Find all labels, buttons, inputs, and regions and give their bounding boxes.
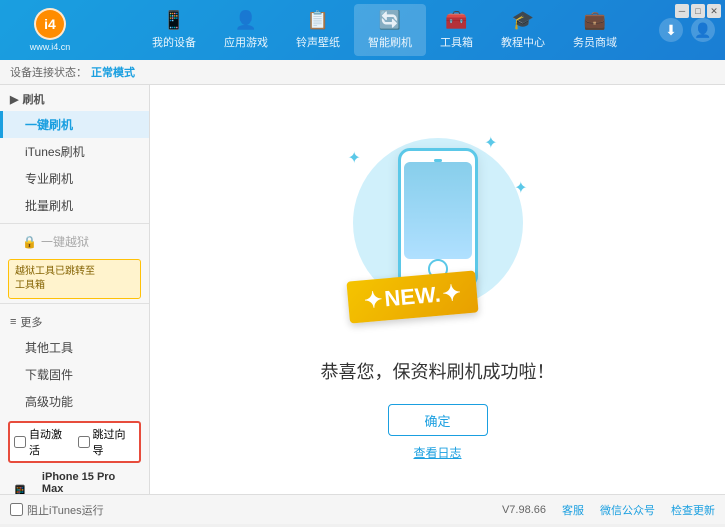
auto-activate-label: 自动激活 bbox=[29, 426, 72, 458]
minimize-button[interactable]: ─ bbox=[675, 4, 689, 18]
nav-apps-games[interactable]: 👤 应用游戏 bbox=[210, 4, 282, 56]
bottom-bar: 阻止iTunes运行 V7.98.66 客服 微信公众号 检查更新 bbox=[0, 494, 725, 524]
device-phone-icon: 📱 bbox=[10, 484, 30, 494]
version-label: V7.98.66 bbox=[502, 504, 546, 516]
sidebar-pro-flash[interactable]: 专业刷机 bbox=[0, 165, 149, 192]
success-text: 恭喜您，保资料刷机成功啦！ bbox=[321, 358, 555, 384]
check-update-link[interactable]: 检查更新 bbox=[671, 502, 715, 518]
sparkle-3: ✦ bbox=[484, 133, 497, 153]
content-area: ✦ ✦ ✦ ✦ NEW. ✦ 恭喜您，保资料刷机成功啦！ 确定 查看日志 bbox=[150, 85, 725, 494]
nav-my-device[interactable]: 📱 我的设备 bbox=[138, 4, 210, 56]
wechat-link[interactable]: 微信公众号 bbox=[600, 502, 655, 518]
maximize-button[interactable]: □ bbox=[691, 4, 705, 18]
nav-toolbox[interactable]: 🧰 工具箱 bbox=[426, 4, 487, 56]
sidebar-batch-flash[interactable]: 批量刷机 bbox=[0, 192, 149, 219]
device-info-block: iPhone 15 Pro Max 512GB iPhone bbox=[42, 471, 139, 494]
new-badge-text: NEW. bbox=[383, 282, 441, 313]
new-badge-star-left: ✦ bbox=[363, 287, 384, 315]
status-label: 设备连接状态： bbox=[10, 64, 87, 80]
itunes-flash-label: iTunes刷机 bbox=[25, 145, 85, 159]
sidebar: ▶ 刷机 一键刷机 iTunes刷机 专业刷机 批量刷机 🔒 一键越狱 bbox=[0, 85, 150, 494]
download-button[interactable]: ⬇ bbox=[659, 18, 683, 42]
download-firmware-label: 下载固件 bbox=[25, 368, 73, 382]
more-header-icon: ≡ bbox=[10, 316, 16, 328]
divider-2 bbox=[0, 303, 149, 304]
device-name: iPhone 15 Pro Max bbox=[42, 471, 139, 494]
sidebar-download-firmware[interactable]: 下载固件 bbox=[0, 361, 149, 388]
skip-guide-label: 跳过向导 bbox=[93, 426, 136, 458]
nav-service-label: 务员商域 bbox=[573, 34, 617, 50]
sparkle-1: ✦ bbox=[348, 148, 361, 168]
success-illustration: ✦ ✦ ✦ ✦ NEW. ✦ bbox=[338, 118, 538, 338]
pro-flash-label: 专业刷机 bbox=[25, 172, 73, 186]
view-log-link[interactable]: 查看日志 bbox=[413, 444, 461, 461]
status-bar: 设备连接状态： 正常模式 bbox=[0, 60, 725, 85]
new-badge-star-right: ✦ bbox=[441, 280, 462, 308]
one-click-flash-label: 一键刷机 bbox=[25, 118, 73, 132]
batch-flash-label: 批量刷机 bbox=[25, 199, 73, 213]
nav-service[interactable]: 💼 务员商域 bbox=[559, 4, 631, 56]
sidebar-jailbreak-disabled: 🔒 一键越狱 bbox=[0, 228, 149, 255]
apps-games-icon: 👤 bbox=[235, 10, 257, 31]
phone-screen bbox=[404, 162, 472, 259]
nav-bar: 📱 我的设备 👤 应用游戏 📋 铃声壁纸 🔄 智能刷机 🧰 工具箱 🎓 bbox=[110, 4, 659, 56]
nav-ringtones-label: 铃声壁纸 bbox=[296, 34, 340, 50]
flash-header-icon: ▶ bbox=[10, 93, 18, 106]
nav-smart-flash[interactable]: 🔄 智能刷机 bbox=[354, 4, 426, 56]
new-badge: ✦ NEW. ✦ bbox=[346, 270, 478, 323]
sidebar-info-box: 越狱工具已跳转至 工具箱 bbox=[8, 259, 141, 299]
device-bottom-section: 自动激活 跳过向导 📱 iPhone 15 Pro Max 512GB iPho… bbox=[0, 415, 149, 494]
app-header: i4 www.i4.cn 📱 我的设备 👤 应用游戏 📋 铃声壁纸 🔄 智能刷机… bbox=[0, 0, 725, 60]
logo-website: www.i4.cn bbox=[30, 42, 71, 52]
info-box-text: 越狱工具已跳转至 工具箱 bbox=[15, 266, 95, 291]
checkbox-row: 自动激活 跳过向导 bbox=[8, 421, 141, 463]
service-icon: 💼 bbox=[584, 10, 606, 31]
sidebar-other-tools[interactable]: 其他工具 bbox=[0, 334, 149, 361]
nav-smart-flash-label: 智能刷机 bbox=[368, 34, 412, 50]
bottom-right: V7.98.66 客服 微信公众号 检查更新 bbox=[502, 502, 715, 518]
phone-shape bbox=[398, 148, 478, 288]
advanced-label: 高级功能 bbox=[25, 395, 73, 409]
lock-icon: 🔒 bbox=[22, 235, 37, 249]
nav-apps-games-label: 应用游戏 bbox=[224, 34, 268, 50]
block-itunes-label: 阻止iTunes运行 bbox=[27, 502, 104, 518]
sidebar-more-header[interactable]: ≡ 更多 bbox=[0, 308, 149, 334]
device-item[interactable]: 📱 iPhone 15 Pro Max 512GB iPhone bbox=[8, 467, 141, 494]
skip-guide-checkbox[interactable]: 跳过向导 bbox=[78, 426, 136, 458]
header-right: ⬇ 👤 bbox=[659, 18, 715, 42]
nav-ringtones[interactable]: 📋 铃声壁纸 bbox=[282, 4, 354, 56]
tutorials-icon: 🎓 bbox=[512, 10, 534, 31]
other-tools-label: 其他工具 bbox=[25, 341, 73, 355]
sidebar-itunes-flash[interactable]: iTunes刷机 bbox=[0, 138, 149, 165]
nav-toolbox-label: 工具箱 bbox=[440, 34, 473, 50]
jailbreak-label: 一键越狱 bbox=[41, 233, 89, 250]
sparkle-2: ✦ bbox=[514, 178, 527, 198]
auto-activate-input[interactable] bbox=[14, 436, 26, 448]
sidebar-flash-label: 刷机 bbox=[22, 91, 44, 107]
skip-guide-input[interactable] bbox=[78, 436, 90, 448]
smart-flash-icon: 🔄 bbox=[379, 10, 401, 31]
block-itunes-checkbox[interactable] bbox=[10, 503, 23, 516]
status-value: 正常模式 bbox=[91, 64, 135, 80]
ringtones-icon: 📋 bbox=[307, 10, 329, 31]
close-button[interactable]: ✕ bbox=[707, 4, 721, 18]
user-button[interactable]: 👤 bbox=[691, 18, 715, 42]
toolbox-icon: 🧰 bbox=[445, 10, 467, 31]
logo: i4 www.i4.cn bbox=[10, 8, 90, 52]
nav-tutorials[interactable]: 🎓 教程中心 bbox=[487, 4, 559, 56]
main-layout: ▶ 刷机 一键刷机 iTunes刷机 专业刷机 批量刷机 🔒 一键越狱 bbox=[0, 85, 725, 494]
nav-tutorials-label: 教程中心 bbox=[501, 34, 545, 50]
confirm-button[interactable]: 确定 bbox=[388, 404, 488, 436]
auto-activate-checkbox[interactable]: 自动激活 bbox=[14, 426, 72, 458]
more-label: 更多 bbox=[20, 314, 42, 330]
sidebar-advanced[interactable]: 高级功能 bbox=[0, 388, 149, 415]
logo-icon: i4 bbox=[34, 8, 66, 40]
customer-service-link[interactable]: 客服 bbox=[562, 502, 584, 518]
nav-my-device-label: 我的设备 bbox=[152, 34, 196, 50]
divider-1 bbox=[0, 223, 149, 224]
my-device-icon: 📱 bbox=[163, 10, 185, 31]
bottom-left: 阻止iTunes运行 bbox=[10, 502, 104, 518]
sidebar-flash-header[interactable]: ▶ 刷机 bbox=[0, 85, 149, 111]
sidebar-one-click-flash[interactable]: 一键刷机 bbox=[0, 111, 149, 138]
